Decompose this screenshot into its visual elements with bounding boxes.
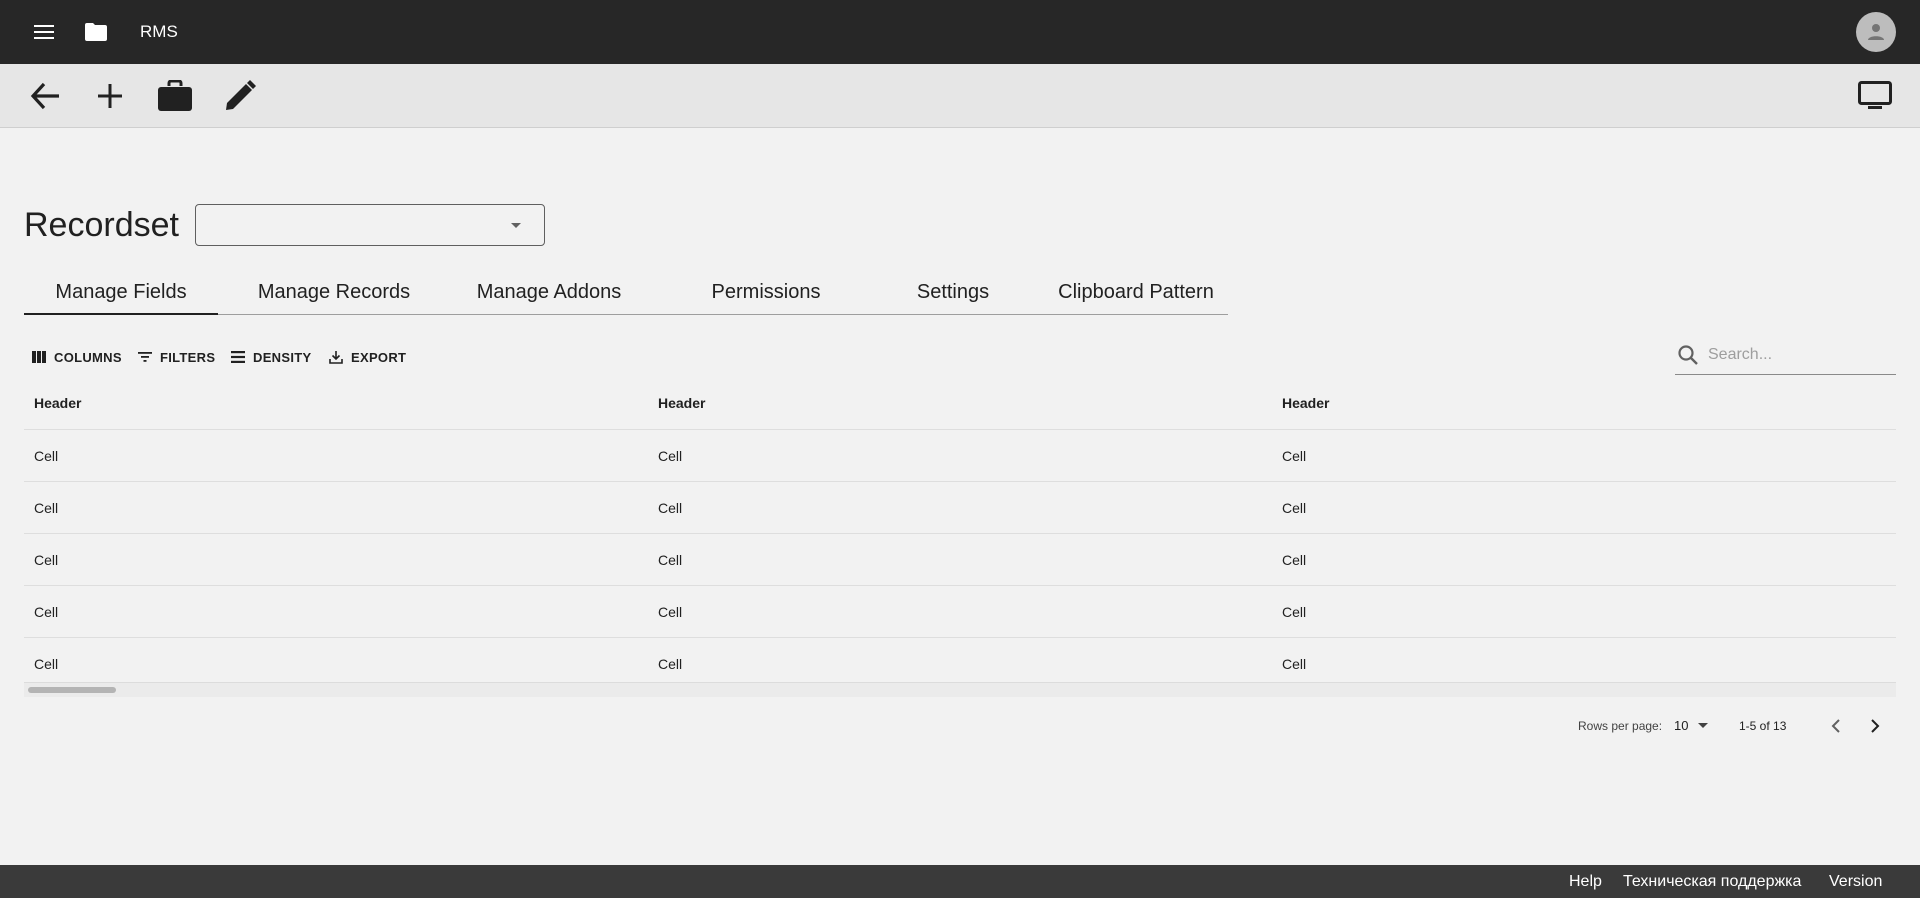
table-cell: Cell xyxy=(658,552,683,568)
horizontal-scrollbar[interactable] xyxy=(24,682,1896,697)
rows-per-page-value: 10 xyxy=(1674,718,1689,733)
tab-manage-addons[interactable]: Manage Addons xyxy=(454,270,644,315)
download-icon xyxy=(329,351,343,364)
column-header[interactable]: Header xyxy=(1282,378,1329,430)
density-button[interactable]: DENSITY xyxy=(231,346,311,368)
folder-icon[interactable] xyxy=(83,19,109,45)
search-input[interactable] xyxy=(1708,344,1888,366)
page-title: Recordset xyxy=(24,206,179,244)
columns-label: COLUMNS xyxy=(54,349,122,365)
tab-manage-fields[interactable]: Manage Fields xyxy=(24,270,218,315)
table-cell: Cell xyxy=(34,604,59,620)
person-icon xyxy=(1868,24,1884,40)
table-row[interactable]: Cell Cell Cell xyxy=(24,586,1896,638)
table-row[interactable]: Cell Cell Cell xyxy=(24,534,1896,586)
table-cell: Cell xyxy=(658,604,683,620)
add-icon[interactable] xyxy=(91,77,129,115)
table-cell: Cell xyxy=(658,500,683,516)
tab-bar: Manage Fields Manage Records Manage Addo… xyxy=(24,270,1228,315)
tab-settings[interactable]: Settings xyxy=(884,270,1022,315)
chevron-right-icon[interactable] xyxy=(1862,713,1888,739)
briefcase-icon[interactable] xyxy=(156,77,194,115)
table-cell: Cell xyxy=(1282,552,1307,568)
pagination-range: 1-5 of 13 xyxy=(1739,719,1787,733)
table-row[interactable]: Cell Cell Cell xyxy=(24,430,1896,482)
tab-clipboard-pattern[interactable]: Clipboard Pattern xyxy=(1044,270,1228,315)
tab-permissions[interactable]: Permissions xyxy=(684,270,848,315)
density-label: DENSITY xyxy=(253,349,312,365)
table-cell: Cell xyxy=(34,448,59,464)
density-icon xyxy=(231,351,245,363)
table-header-row: Header Header Header xyxy=(24,378,1896,430)
dropdown-caret-icon xyxy=(1698,723,1708,728)
columns-button[interactable]: COLUMNS xyxy=(32,346,122,368)
column-header[interactable]: Header xyxy=(658,378,705,430)
table-cell: Cell xyxy=(34,500,59,516)
filters-button[interactable]: FILTERS xyxy=(138,346,215,368)
rows-per-page-label: Rows per page: xyxy=(1578,719,1663,733)
version-link[interactable]: Version xyxy=(1829,873,1882,891)
search-icon xyxy=(1678,345,1698,365)
table-cell: Cell xyxy=(1282,500,1307,516)
column-header[interactable]: Header xyxy=(34,378,81,430)
menu-icon[interactable] xyxy=(29,19,59,45)
table-row[interactable]: Cell Cell Cell xyxy=(24,482,1896,534)
support-link[interactable]: Техническая поддержка xyxy=(1623,873,1801,891)
filter-icon xyxy=(138,352,152,362)
table-cell: Cell xyxy=(658,448,683,464)
rows-per-page-select[interactable]: 10 xyxy=(1674,716,1708,736)
arrow-back-icon[interactable] xyxy=(26,77,64,115)
tab-manage-records[interactable]: Manage Records xyxy=(234,270,434,315)
action-toolbar xyxy=(0,64,1920,128)
monitor-icon[interactable] xyxy=(1856,77,1894,115)
table-cell: Cell xyxy=(1282,448,1307,464)
columns-icon xyxy=(32,351,46,363)
filters-label: FILTERS xyxy=(160,349,216,365)
app-title: RMS xyxy=(140,22,178,41)
dropdown-caret-icon xyxy=(511,223,521,228)
recordset-select[interactable] xyxy=(195,204,545,246)
search-field[interactable] xyxy=(1675,338,1896,375)
export-label: EXPORT xyxy=(351,349,407,365)
footer: Help Техническая поддержка Version xyxy=(0,865,1920,898)
help-link[interactable]: Help xyxy=(1569,873,1602,891)
data-grid: Header Header Header Cell Cell Cell Cell… xyxy=(24,378,1896,698)
chevron-left-icon[interactable] xyxy=(1823,713,1849,739)
avatar[interactable] xyxy=(1856,12,1896,52)
table-cell: Cell xyxy=(34,552,59,568)
table-cell: Cell xyxy=(1282,604,1307,620)
edit-icon[interactable] xyxy=(221,77,259,115)
scrollbar-thumb[interactable] xyxy=(28,687,116,693)
app-bar: RMS xyxy=(0,0,1920,64)
export-button[interactable]: EXPORT xyxy=(329,346,406,368)
